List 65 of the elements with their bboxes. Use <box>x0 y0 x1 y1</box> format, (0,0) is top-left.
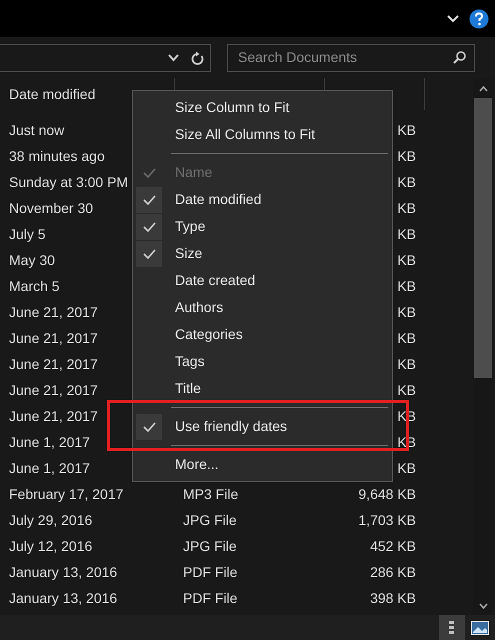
size-cell-text: KB <box>397 120 416 140</box>
size-cell-text: 286 KB <box>370 562 416 582</box>
type-cell-text: JPG File <box>183 536 237 556</box>
search-icon[interactable] <box>453 51 466 64</box>
scroll-down-icon[interactable] <box>478 603 488 609</box>
menu-item[interactable]: Type <box>133 213 392 240</box>
size-cell-text: KB <box>397 198 416 218</box>
size-cell-text: 1,703 KB <box>358 510 416 530</box>
menu-item[interactable]: Authors <box>133 294 392 321</box>
date-cell-text: June 1, 2017 <box>9 432 90 452</box>
type-cell-text: PDF File <box>183 588 238 608</box>
date-cell-text: February 17, 2017 <box>9 484 124 504</box>
size-cell-text: KB <box>397 146 416 166</box>
size-cell-text: KB <box>397 276 416 296</box>
date-cell-text: July 29, 2016 <box>9 510 92 530</box>
date-cell-text: June 21, 2017 <box>9 302 98 322</box>
menu-item[interactable]: Size All Columns to Fit <box>133 121 392 148</box>
help-icon[interactable] <box>469 8 489 28</box>
menu-item[interactable]: Date modified <box>133 186 392 213</box>
size-cell-text: 398 KB <box>370 588 416 608</box>
menu-item[interactable]: Date created <box>133 267 392 294</box>
date-cell-text: June 21, 2017 <box>9 380 98 400</box>
type-cell-text: JPG File <box>183 510 237 530</box>
scroll-thumb[interactable] <box>474 98 492 378</box>
search-field[interactable]: Search Documents <box>227 44 475 72</box>
size-cell-text: KB <box>397 250 416 270</box>
date-cell-text: July 5 <box>9 224 46 244</box>
date-cell-text: June 21, 2017 <box>9 354 98 374</box>
details-view-button[interactable] <box>439 615 465 640</box>
date-cell-text: July 12, 2016 <box>9 536 92 556</box>
refresh-icon[interactable] <box>191 50 204 64</box>
menu-item[interactable]: Tags <box>133 348 392 375</box>
size-cell-text: KB <box>397 224 416 244</box>
size-cell-text: KB <box>397 302 416 322</box>
date-cell-text: May 30 <box>9 250 55 270</box>
search-input[interactable]: Search Documents <box>238 47 438 68</box>
size-cell-text: 9,648 KB <box>358 484 416 504</box>
size-cell-text: KB <box>397 458 416 478</box>
thumbnail-view-icon[interactable] <box>471 620 489 634</box>
date-cell-text: June 21, 2017 <box>9 406 98 426</box>
menu-item[interactable]: Title <box>133 375 392 402</box>
details-view-icon <box>448 620 456 636</box>
date-cell-text: June 1, 2017 <box>9 458 90 478</box>
menu-item[interactable]: Use friendly dates <box>133 413 392 440</box>
menu-item[interactable]: Categories <box>133 321 392 348</box>
date-cell-text: Just now <box>9 120 64 140</box>
date-cell-text: January 13, 2016 <box>9 588 118 608</box>
size-cell-text: 452 KB <box>370 536 416 556</box>
menu-item[interactable]: More... <box>133 451 392 478</box>
size-cell-text: KB <box>397 380 416 400</box>
date-cell-text: March 5 <box>9 276 60 296</box>
menu-item[interactable]: Size <box>133 240 392 267</box>
date-cell-text: November 30 <box>9 198 94 218</box>
size-cell-text: KB <box>397 354 416 374</box>
date-cell-text: 38 minutes ago <box>9 146 105 166</box>
date-cell-text: June 21, 2017 <box>9 328 98 348</box>
chevron-down-icon[interactable] <box>447 14 459 22</box>
size-cell-text: KB <box>397 172 416 192</box>
type-cell-text: PDF File <box>183 562 238 582</box>
scroll-up-icon[interactable] <box>478 86 488 92</box>
size-cell-text: KB <box>397 328 416 348</box>
date-cell-text: January 13, 2016 <box>9 562 118 582</box>
type-cell-text: MP3 File <box>183 484 238 504</box>
chevron-down-icon[interactable] <box>168 54 179 62</box>
date-cell-text: Sunday at 3:00 PM <box>9 172 128 192</box>
